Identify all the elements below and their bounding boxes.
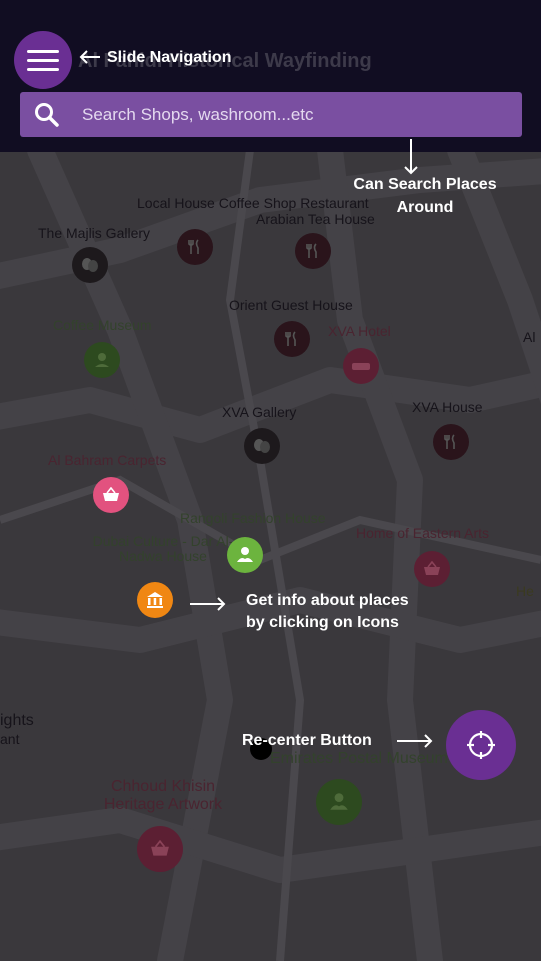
restaurant-marker[interactable]: [295, 233, 331, 269]
museum-icon: [95, 353, 109, 367]
restaurant-icon: [444, 434, 455, 449]
place-label-rangoli: Rangoli Fashion House: [180, 510, 326, 526]
shopping-basket-icon: [103, 487, 119, 501]
museum-icon: [330, 793, 348, 810]
museum-marker[interactable]: [227, 537, 263, 573]
restaurant-icon: [188, 239, 199, 254]
arrow-down-icon: [404, 139, 418, 175]
shopping-basket-icon: [151, 840, 169, 856]
gallery-marker[interactable]: [72, 247, 108, 283]
annotation-info-places-line2: by clicking on Icons: [246, 614, 399, 631]
menu-button[interactable]: [14, 31, 72, 89]
museum-icon: [237, 547, 253, 562]
place-label-al-bahram-carpets: Al Bahram Carpets: [48, 452, 167, 468]
place-label-xva-gallery: XVA Gallery: [222, 404, 297, 420]
arrow-left-icon: [79, 50, 100, 64]
arrow-right-icon: [397, 734, 433, 748]
restaurant-icon: [306, 243, 317, 258]
search-bar[interactable]: [20, 92, 522, 137]
place-label-local-house: Local House Coffee Shop Restaurant: [137, 195, 369, 211]
hotel-icon: [352, 363, 370, 370]
annotation-recenter: Re-center Button: [242, 732, 372, 749]
edge-label-right-he: He: [516, 583, 534, 599]
gallery-icon: [254, 439, 270, 453]
place-label-coffee-museum: Coffee Museum: [53, 317, 152, 333]
place-label-xva-hotel: XVA Hotel: [328, 323, 391, 339]
bank-icon: [147, 592, 163, 608]
shopping-basket-icon: [424, 561, 440, 575]
edge-label-right-al: Al: [523, 329, 536, 345]
annotation-slide-navigation: Slide Navigation: [107, 49, 232, 66]
annotation-search-places-line1: Can Search Places: [353, 176, 497, 193]
restaurant-marker[interactable]: [433, 424, 469, 460]
restaurant-marker[interactable]: [274, 321, 310, 357]
edge-label-left-lights: ights: [0, 712, 34, 729]
place-label-xva-house: XVA House: [412, 399, 483, 415]
place-label-dar-al-nadwa: Dubai Culture - Dar Al-Nadwa House: [92, 533, 234, 564]
annotation-info-places-line1: Get info about places: [246, 592, 409, 609]
hamburger-line: [27, 67, 59, 71]
museum-marker[interactable]: [316, 779, 362, 825]
hamburger-line: [27, 58, 59, 62]
place-label-orient-guest-house: Orient Guest House: [229, 297, 353, 313]
museum-marker[interactable]: [84, 342, 120, 378]
shopping-marker[interactable]: [93, 477, 129, 513]
annotation-search-places-line2: Around: [396, 199, 454, 216]
search-input[interactable]: [74, 104, 502, 125]
restaurant-marker[interactable]: [177, 229, 213, 265]
recenter-button[interactable]: [446, 710, 516, 780]
search-icon: [20, 92, 74, 137]
place-label-home-eastern-arts: Home of Eastern Arts: [356, 525, 490, 541]
place-label-emirates-postal-museum: Emirates Postal Museum: [270, 750, 448, 767]
shopping-marker[interactable]: [414, 551, 450, 587]
shopping-marker[interactable]: [137, 826, 183, 872]
arrow-right-icon: [190, 597, 226, 611]
place-label-chhoud-khisin: Chhoud Khisin Heritage Artwork: [103, 778, 223, 813]
landmark-marker[interactable]: [137, 582, 173, 618]
place-label-majlis-gallery: The Majlis Gallery: [38, 225, 151, 241]
gallery-marker[interactable]: [244, 428, 280, 464]
restaurant-icon: [285, 331, 296, 346]
crosshair-icon: [467, 731, 495, 759]
hotel-marker[interactable]: [343, 348, 379, 384]
hamburger-line: [27, 49, 59, 53]
gallery-icon: [82, 258, 98, 272]
edge-label-left-ant: ant: [0, 731, 20, 747]
